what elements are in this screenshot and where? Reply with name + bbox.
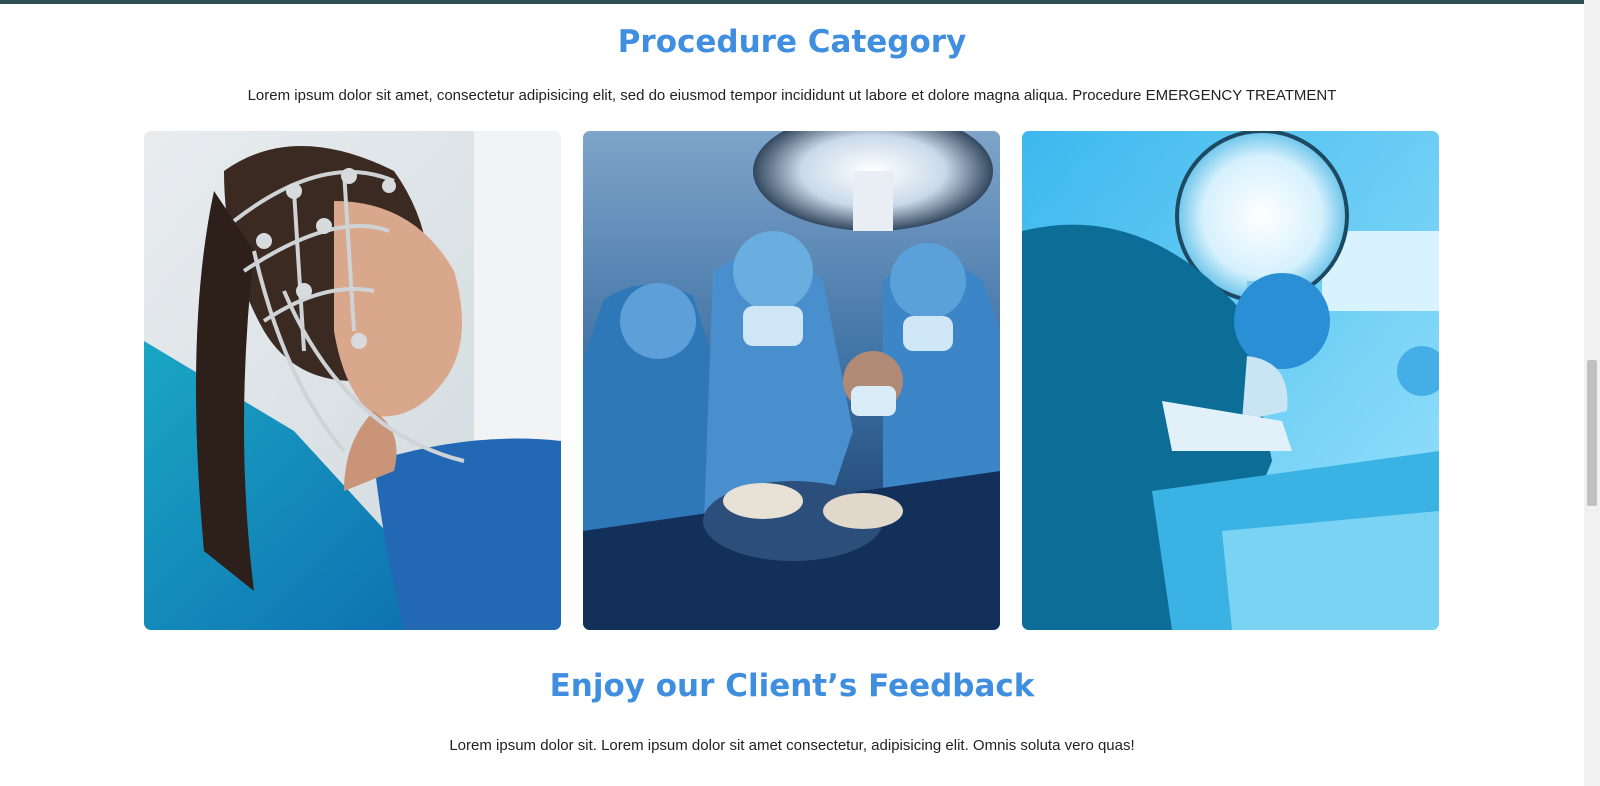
scrollbar-thumb[interactable] — [1587, 360, 1597, 506]
eeg-patient-image — [144, 131, 561, 630]
surgical-team-image — [583, 131, 1000, 630]
procedure-image-card-surgeon[interactable] — [1022, 131, 1439, 630]
client-feedback-description: Lorem ipsum dolor sit. Lorem ipsum dolor… — [449, 737, 1135, 754]
procedure-category-title: Procedure Category — [617, 24, 967, 60]
procedure-image-card-eeg[interactable] — [144, 131, 561, 630]
procedure-image-card-surgical-team[interactable] — [583, 131, 1000, 630]
surgeon-operating-image — [1022, 131, 1439, 630]
procedure-category-description: Lorem ipsum dolor sit amet, consectetur … — [247, 87, 1337, 104]
page-content: Procedure Category Lorem ipsum dolor sit… — [0, 0, 1584, 786]
client-feedback-title: Enjoy our Client’s Feedback — [549, 668, 1035, 704]
vertical-scrollbar[interactable] — [1584, 0, 1600, 786]
